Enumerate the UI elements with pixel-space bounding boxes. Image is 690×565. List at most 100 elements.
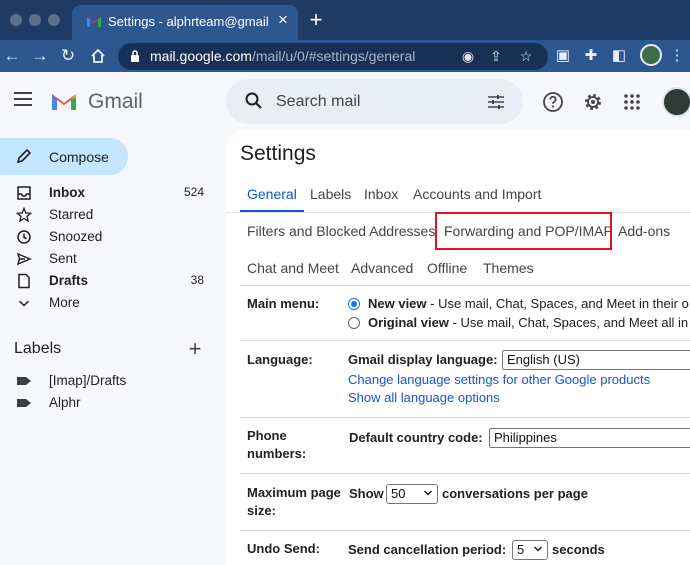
labels-heading: Labels <box>14 340 62 357</box>
compose-button[interactable]: Compose <box>0 138 128 175</box>
change-language-link[interactable]: Change language settings for other Googl… <box>348 372 650 387</box>
close-window-button[interactable] <box>10 14 22 26</box>
inbox-icon <box>17 186 31 200</box>
settings-divider <box>240 340 690 341</box>
nav-item-snoozed[interactable]: Snoozed <box>0 226 220 248</box>
forward-icon[interactable]: → <box>30 46 50 66</box>
nav-item-drafts[interactable]: Drafts 38 <box>0 270 220 292</box>
tab-advanced[interactable]: Advanced <box>351 260 413 276</box>
extension-icon[interactable]: ▣ <box>554 47 572 65</box>
nav-item-label: More <box>49 295 80 310</box>
apps-grid-icon[interactable] <box>621 91 643 113</box>
settings-divider <box>240 417 690 418</box>
browser-menu-icon[interactable]: ⋮ <box>668 47 686 65</box>
page-title: Settings <box>240 142 316 165</box>
tab-themes[interactable]: Themes <box>483 260 534 276</box>
country-code-select[interactable]: Philippines <box>489 428 690 448</box>
page-size-select[interactable]: 50 <box>386 484 438 504</box>
highlight-box <box>435 212 612 250</box>
pencil-icon <box>16 148 32 164</box>
nav-item-label: Sent <box>49 251 77 266</box>
nav-item-label: Inbox <box>49 185 85 200</box>
back-icon[interactable]: ← <box>2 46 22 66</box>
help-icon[interactable] <box>542 91 564 113</box>
label-icon <box>17 399 31 407</box>
browser-profile-avatar[interactable] <box>640 44 662 66</box>
puzzle-icon[interactable]: ✚ <box>582 47 600 65</box>
tab-inbox[interactable]: Inbox <box>364 186 398 202</box>
nav-item-starred[interactable]: Starred <box>0 204 220 226</box>
search-options-icon[interactable] <box>486 92 506 112</box>
undo-send-label: Undo Send: <box>247 541 320 556</box>
tab-add-ons[interactable]: Add-ons <box>618 223 670 239</box>
bookmark-star-icon[interactable]: ☆ <box>518 48 534 64</box>
tab-labels[interactable]: Labels <box>310 186 351 202</box>
nav-label-alphr[interactable]: Alphr <box>0 392 220 414</box>
country-code-label: Default country code: <box>349 430 483 445</box>
maximize-window-button[interactable] <box>48 14 60 26</box>
tab-close-icon[interactable]: × <box>274 11 292 29</box>
nav-item-label: Snoozed <box>49 229 103 244</box>
new-tab-button[interactable]: + <box>306 9 326 31</box>
tab-accounts-and-import[interactable]: Accounts and Import <box>413 186 541 202</box>
page-size-label-line2: size: <box>247 503 276 518</box>
new-view-text: New view - Use mail, Chat, Spaces, and M… <box>368 296 689 311</box>
search-icon[interactable] <box>244 91 264 111</box>
minimize-window-button[interactable] <box>29 14 41 26</box>
draft-icon <box>18 273 30 289</box>
chevron-down-icon <box>18 300 30 307</box>
new-view-radio[interactable] <box>348 298 360 310</box>
gmail-favicon-icon <box>87 17 101 27</box>
show-all-languages-link[interactable]: Show all language options <box>348 390 500 405</box>
lock-icon <box>131 50 139 62</box>
sidepanel-icon[interactable]: ◧ <box>610 47 628 65</box>
add-label-icon[interactable]: + <box>186 338 204 360</box>
settings-panel: Settings General Labels Inbox Accounts a… <box>226 130 690 565</box>
phone-label-line1: Phone <box>247 428 287 443</box>
clock-icon <box>17 230 31 244</box>
nav-label-text: Alphr <box>49 395 81 410</box>
tab-offline[interactable]: Offline <box>427 260 467 276</box>
home-icon[interactable] <box>88 46 108 66</box>
url-text: mail.google.com/mail/u/0/#settings/gener… <box>150 48 416 64</box>
tab-filters-and-blocked[interactable]: Filters and Blocked Addresses <box>247 223 435 239</box>
send-icon <box>16 252 32 266</box>
language-label: Language: <box>247 352 313 367</box>
settings-divider <box>240 530 690 531</box>
main-menu-icon[interactable] <box>14 92 32 108</box>
address-bar[interactable]: mail.google.com/mail/u/0/#settings/gener… <box>118 43 548 70</box>
nav-item-more[interactable]: More <box>0 292 220 314</box>
cancellation-period-select[interactable]: 5 <box>512 540 548 560</box>
reload-icon[interactable]: ↻ <box>58 46 78 66</box>
nav-item-label: Starred <box>49 207 94 222</box>
settings-gear-icon[interactable] <box>582 91 604 113</box>
nav-item-label: Drafts <box>49 273 89 288</box>
display-language-select[interactable]: English (US) <box>502 350 690 370</box>
tab-general[interactable]: General <box>247 186 297 202</box>
nav-item-sent[interactable]: Sent <box>0 248 220 270</box>
original-view-text: Original view - Use mail, Chat, Spaces, … <box>368 315 689 330</box>
page-size-suffix: conversations per page <box>442 486 588 501</box>
cancellation-period-suffix: seconds <box>552 542 605 557</box>
nav-item-inbox[interactable]: Inbox 524 <box>0 182 220 204</box>
settings-divider <box>240 473 690 474</box>
gmail-logo-icon <box>52 94 76 110</box>
browser-toolbar: ← → ↻ mail.google.com/mail/u/0/#settings… <box>0 40 690 72</box>
star-icon <box>16 207 32 223</box>
search-input[interactable] <box>276 91 476 113</box>
nav-label-imap-drafts[interactable]: [Imap]/Drafts <box>0 370 220 392</box>
chevron-down-icon <box>533 546 543 552</box>
chevron-down-icon <box>423 490 433 496</box>
account-avatar[interactable] <box>662 87 690 117</box>
eye-icon[interactable]: ◉ <box>460 48 476 64</box>
browser-tab[interactable]: Settings - alphrteam@gmail.co × <box>72 5 298 40</box>
page-size-value: 50 <box>391 486 406 501</box>
share-icon[interactable]: ⇪ <box>488 48 504 64</box>
phone-label-line2: numbers: <box>247 446 307 461</box>
original-view-radio[interactable] <box>348 317 360 329</box>
nav-item-count: 38 <box>190 273 204 287</box>
search-bar <box>226 79 523 124</box>
page-size-label-line1: Maximum page <box>247 485 341 500</box>
tab-chat-and-meet[interactable]: Chat and Meet <box>247 260 339 276</box>
cancellation-period-value: 5 <box>517 542 525 557</box>
